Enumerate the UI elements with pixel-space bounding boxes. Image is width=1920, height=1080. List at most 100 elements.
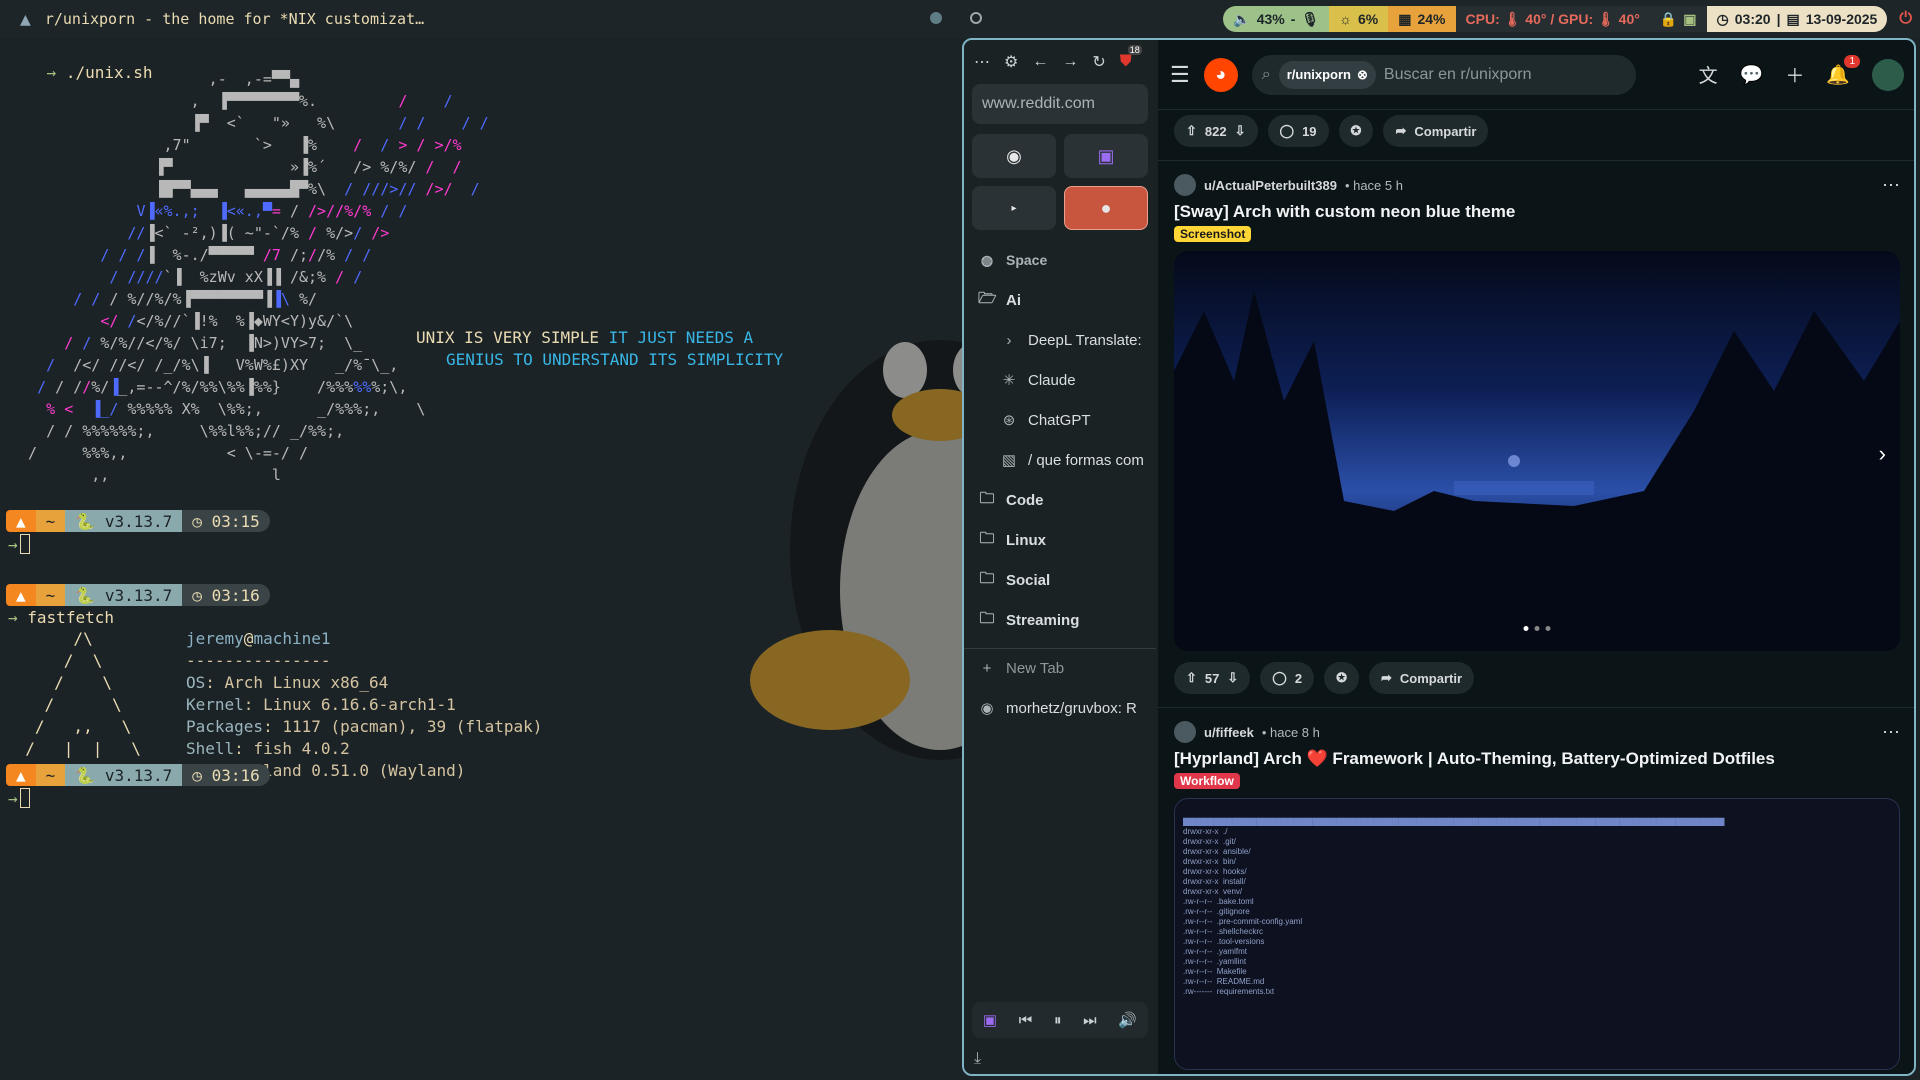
temperature-module[interactable]: CPU: 🌡 40° / GPU: 🌡 40° [1455,6,1650,32]
python-segment: 🐍 v3.13.7 [65,584,183,606]
input-line[interactable]: → [8,534,30,554]
share-label: Compartir [1399,670,1463,686]
share-button[interactable]: ➦ Compartir [1368,662,1475,694]
clock-icon: ◷ [192,585,202,605]
sidebar-item-social[interactable]: 🗀 Social [964,560,1156,600]
clock-module[interactable]: ◷ 03:20 | ▤ 13-09-2025 [1706,6,1888,32]
next-icon[interactable]: ⏭ [1083,1012,1097,1029]
post-image[interactable]: › [1174,251,1900,651]
dot[interactable] [1545,626,1551,631]
downvote-icon[interactable]: ⇩ [1235,123,1246,139]
avatar[interactable] [1872,58,1904,91]
memory-module[interactable]: ▦ 24% [1388,6,1456,32]
sidebar-item-deepl[interactable]: › DeepL Translate: [964,320,1156,360]
sidebar-item-streaming[interactable]: 🗀 Streaming [964,600,1156,640]
upvote-icon[interactable]: ⇧ [1186,670,1197,686]
comments-button[interactable]: ◯ 2 [1260,662,1315,694]
screen-icon[interactable]: ▣ [1683,11,1696,28]
python-segment: 🐍 v3.13.7 [65,764,183,786]
input-line[interactable]: → [8,788,30,808]
post-author[interactable]: u/fiffeek [1204,725,1254,740]
previous-icon[interactable]: ⏮ [1019,1012,1033,1029]
workspace-1[interactable] [930,12,942,24]
space-label[interactable]: ◍ Space [964,240,1156,280]
post-flair[interactable]: Screenshot [1174,226,1252,242]
comment-icon: ◯ [1272,670,1287,685]
search-placeholder[interactable]: Buscar en r/unixporn [1384,66,1532,84]
sidebar-item-linux[interactable]: 🗀 Linux [964,520,1156,560]
twitch-icon[interactable]: ▣ [983,1011,997,1029]
info-shell: Shell: fish 4.0.2 [186,739,350,758]
arch-logo-icon[interactable]: ▲ [20,9,31,30]
power-icon[interactable]: ⏻ [1899,10,1912,28]
sidebar-item-claude[interactable]: ✳ Claude [964,360,1156,400]
new-tab-button[interactable]: + New Tab [964,648,1156,688]
search-icon: ⌕ [1261,65,1271,83]
folder-icon: 🗀 [979,489,995,507]
volume-icon[interactable]: 🔊 [1118,1011,1137,1029]
extensions-icon[interactable]: ⚙ [1004,52,1018,72]
sidebar-item-code[interactable]: 🗀 Code [964,480,1156,520]
sidebar-tab-gruvbox[interactable]: ◉ morhetz/gruvbox: R [964,688,1156,728]
more-icon[interactable]: ⋯ [974,52,990,72]
reload-icon[interactable]: ↻ [1092,52,1105,72]
comments-button[interactable]: ◯ 19 [1267,115,1329,147]
back-icon[interactable]: ← [1032,53,1048,71]
more-options-icon[interactable]: ⋯ [1882,175,1900,196]
url-bar[interactable]: www.reddit.com [972,84,1148,124]
close-icon[interactable]: ⊗ [1357,67,1368,83]
upvote-icon[interactable]: ⇧ [1186,123,1197,139]
post-title[interactable]: [Hyprland] Arch ❤️ Framework | Auto-Them… [1158,749,1914,769]
ublock-icon[interactable]: ⛊ 18 [1120,45,1142,71]
post-title[interactable]: [Sway] Arch with custom neon blue theme [1158,202,1914,222]
notifications-icon[interactable]: 🔔 1 [1826,54,1860,87]
pinned-tab-github[interactable]: ◉ [972,134,1056,178]
lock-icon[interactable]: 🔒 [1660,11,1677,28]
user-avatar[interactable] [1174,174,1196,196]
vote-button[interactable]: ⇧ 822 ⇩ [1174,115,1258,147]
forward-icon[interactable]: → [1062,53,1078,71]
post-image[interactable]: ▇▇▇▇▇▇▇▇▇▇▇▇▇▇▇▇▇▇▇▇▇▇▇▇▇▇▇▇▇▇▇▇▇▇▇▇▇▇▇▇… [1174,798,1900,1070]
audio-module[interactable]: 🔈 43% - 🎙 [1223,6,1330,32]
brightness-module[interactable]: ☼ 6% [1329,6,1389,32]
sidebar-item-chat[interactable]: ▧ / que formas com [964,440,1156,480]
award-button[interactable]: ✪ [1338,115,1374,147]
chat-icon: ▧ [1001,452,1017,469]
pinned-tab-reddit[interactable]: ● [1064,186,1148,230]
subreddit-chip[interactable]: r/unixporn ⊗ [1278,60,1376,89]
browser-window[interactable]: ⋯ ⚙ ← → ↻ ⛊ 18 www.reddit.com ◉ ▣ ▸ ● ◍ Sp… [962,38,1916,1076]
post-author[interactable]: u/ActualPeterbuilt389 [1204,178,1337,193]
downvote-icon[interactable]: ⇩ [1227,670,1238,686]
translate-icon[interactable]: 文 [1699,61,1718,88]
search-bar[interactable]: ⌕ r/unixporn ⊗ Buscar en r/unixporn [1251,54,1636,95]
folder-icon: 🗀 [979,609,995,627]
post-flair[interactable]: Workflow [1174,773,1240,789]
temperature-value: CPU: 🌡 40° / GPU: 🌡 40° [1465,10,1640,27]
share-button[interactable]: ➦ Compartir [1383,115,1489,147]
menu-icon[interactable]: ☰ [1170,62,1190,88]
sidebar-item-chatgpt[interactable]: ⊛ ChatGPT [964,400,1156,440]
download-icon[interactable]: ⤓ [974,1050,981,1068]
header-actions: 文 💬 ＋ 🔔 1 [1699,54,1904,91]
python-version: v3.13.7 [104,585,173,605]
vote-button[interactable]: ⇧ 57 ⇩ [1174,662,1251,694]
ascii-art-tux: ,- ,-=▀▀▄ , ▐▀▀▀▀▀▀▀▀%. / / ▐▀ <` "» %\ … [28,70,489,484]
sidebar-item-ai[interactable]: 🗁 Ai [964,280,1156,320]
workspace-2[interactable] [970,12,982,24]
more-options-icon[interactable]: ⋯ [1882,722,1900,743]
create-post-icon[interactable]: ＋ [1785,61,1804,88]
tray-module[interactable]: 🔒 ▣ [1649,6,1707,32]
pinned-tab-youtube[interactable]: ▸ [972,186,1056,230]
pinned-tab-twitch[interactable]: ▣ [1064,134,1148,178]
reddit-logo-icon[interactable]: ◕ [1203,57,1238,92]
pause-icon[interactable]: ⏸ [1054,1012,1062,1029]
chat-icon[interactable]: 💬 [1740,63,1764,87]
dot[interactable] [1534,626,1540,631]
time-segment: ◷ 03:16 [182,584,270,606]
dot[interactable] [1523,626,1529,631]
clock-icon: ◷ [1716,10,1729,27]
carousel-next-icon[interactable]: › [1879,441,1886,467]
clock-icon: ◷ [192,511,202,531]
user-avatar[interactable] [1174,721,1196,743]
award-button[interactable]: ✪ [1324,662,1359,694]
